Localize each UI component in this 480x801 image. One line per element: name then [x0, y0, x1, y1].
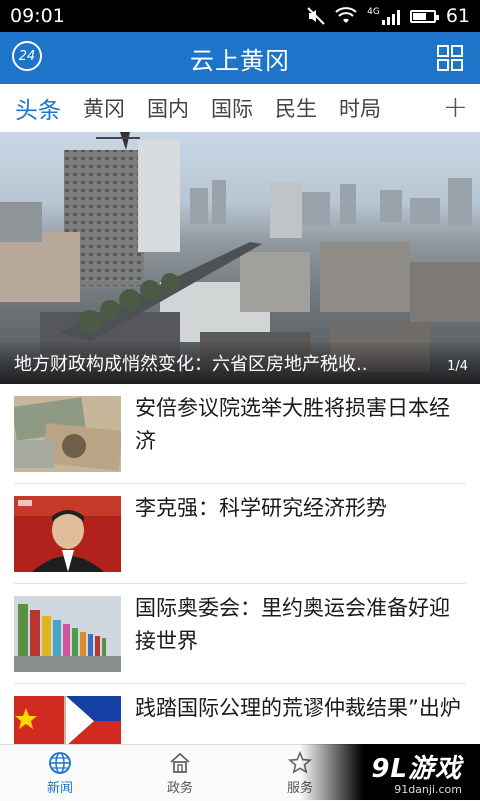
app-logo-icon[interactable]: 24: [12, 41, 42, 71]
add-tab-button[interactable]: +: [443, 90, 468, 125]
nav-government-label: 政务: [166, 780, 193, 796]
hero-caption-bar: 地方财政构成悄然变化：六省区房地产税收..: [0, 342, 480, 384]
tab-current-affairs[interactable]: 时局: [336, 93, 384, 123]
news-thumbnail-banknotes: [14, 396, 121, 472]
signal-icon: 4G: [367, 7, 400, 25]
nav-government[interactable]: 政务: [120, 745, 240, 801]
mute-icon: [307, 7, 325, 25]
watermark-sub: 91danji.com: [394, 783, 462, 796]
tab-headlines[interactable]: 头条: [12, 91, 64, 125]
nav-news-label: 新闻: [46, 780, 73, 796]
status-bar: 09:01 4G 61: [0, 0, 480, 32]
status-time: 09:01: [10, 5, 65, 27]
status-icons: 4G 61: [307, 5, 470, 27]
tab-international[interactable]: 国际: [208, 93, 256, 123]
news-title: 安倍参议院选举大胜将损害日本经济: [135, 396, 450, 453]
hero-banner[interactable]: 地方财政构成悄然变化：六省区房地产税收.. 1/4: [0, 132, 480, 384]
news-title: 李克强：科学研究经济形势: [135, 496, 387, 520]
hero-caption: 地方财政构成悄然变化：六省区房地产税收..: [14, 354, 368, 375]
watermark-main: 9L游戏: [371, 754, 462, 784]
wifi-icon: [335, 7, 357, 23]
news-item[interactable]: 李克强：科学研究经济形势: [14, 484, 466, 584]
tab-domestic[interactable]: 国内: [144, 93, 192, 123]
app-title: 云上黄冈: [190, 46, 290, 75]
grid-menu-icon[interactable]: [436, 44, 464, 72]
news-thumbnail-flags: [14, 596, 121, 672]
news-title: 国际奥委会：里约奥运会准备好迎接世界: [135, 596, 450, 653]
tab-huanggang[interactable]: 黄冈: [80, 93, 128, 123]
hero-pager: 1/4: [447, 359, 468, 374]
news-thumbnail-premier: [14, 496, 121, 572]
tab-livelihood[interactable]: 民生: [272, 93, 320, 123]
government-icon: [170, 752, 190, 773]
globe-icon: [49, 751, 71, 774]
category-tabs: 头条 黄冈 国内 国际 民生 时局 +: [0, 84, 480, 132]
news-title: 践踏国际公理的荒谬仲裁结果”出炉: [135, 696, 461, 720]
battery-level: 61: [445, 5, 470, 27]
news-item[interactable]: 安倍参议院选举大胜将损害日本经济: [14, 384, 466, 484]
news-item[interactable]: 国际奥委会：里约奥运会准备好迎接世界: [14, 584, 466, 684]
battery-icon: [409, 9, 439, 23]
nav-news[interactable]: 新闻: [0, 745, 120, 801]
watermark: 9L游戏 91danji.com: [300, 744, 480, 800]
news-list: 安倍参议院选举大胜将损害日本经济 李克强：科学研究经济形势 国际奥委会：里约奥运…: [0, 384, 480, 784]
app-header: 24 云上黄冈: [0, 32, 480, 84]
